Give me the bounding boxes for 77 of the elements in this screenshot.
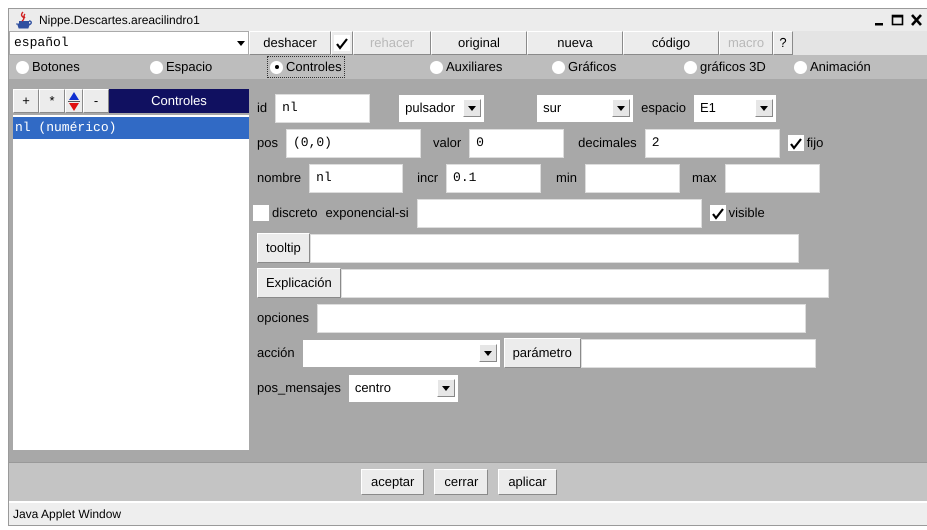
status-bar: Java Applet Window (9, 501, 927, 525)
field-label: valor (432, 134, 462, 152)
toolbar-button[interactable]: nueva (527, 31, 623, 55)
dialog-button[interactable]: aceptar (361, 469, 424, 495)
up-down-arrows-icon[interactable] (67, 90, 81, 112)
check-icon (335, 36, 349, 50)
field-label: decimales (578, 134, 637, 152)
dropdown[interactable]: centro (348, 374, 458, 402)
dropdown[interactable] (302, 340, 500, 366)
toolbar-button[interactable]: ? (773, 31, 793, 55)
input-field[interactable]: nl (275, 94, 370, 122)
input-field[interactable]: 2 (644, 128, 780, 158)
dropdown[interactable]: pulsador (399, 94, 484, 122)
caret-icon (440, 384, 451, 392)
check-icon (788, 136, 803, 150)
caret-icon (236, 39, 246, 47)
field-label: pos (257, 134, 278, 152)
checkbox[interactable] (710, 205, 726, 221)
input-field[interactable]: 0 (469, 128, 564, 158)
field-label: id (257, 99, 268, 118)
field-label: incr (417, 169, 438, 188)
input-field[interactable]: (0,0) (286, 128, 421, 158)
radio-tab[interactable]: Gráficos (549, 56, 620, 78)
radio-tab[interactable]: Animación (791, 56, 874, 78)
list-tool-button[interactable]: * (39, 89, 65, 113)
close-icon[interactable] (910, 13, 923, 27)
radio-tab[interactable]: Botones (13, 56, 83, 78)
caret-icon (758, 104, 769, 112)
radio-tab[interactable]: gráficos 3D (681, 56, 769, 78)
dropdown[interactable]: E1 (694, 94, 776, 122)
toolbar-button[interactable]: deshacer (249, 31, 331, 55)
language-dropdown[interactable]: español (9, 31, 249, 55)
field-label: nombre (257, 169, 302, 188)
checkbox-label: visible (728, 204, 765, 222)
toolbar-button[interactable]: original (431, 31, 527, 55)
field-label: acción (257, 344, 295, 362)
field-label: espacio (641, 99, 686, 118)
field-label: exponencial-si (326, 204, 409, 222)
radio-tab[interactable]: Controles (267, 56, 345, 78)
window-title: Nippe.Descartes.areacilindro1 (39, 12, 201, 29)
list-tool-button[interactable]: - (83, 89, 109, 113)
checkbox-label: fijo (806, 134, 824, 152)
dialog-button[interactable]: aplicar (498, 469, 557, 495)
checkbox[interactable] (334, 35, 350, 51)
checkbox-label: discreto (272, 204, 318, 222)
toolbar-button[interactable]: código (623, 31, 719, 55)
input-field[interactable] (310, 234, 799, 262)
maximize-icon[interactable] (891, 13, 904, 27)
form-button[interactable]: tooltip (257, 233, 310, 263)
caret-icon (467, 104, 478, 112)
form-button[interactable]: Explicación (257, 268, 341, 298)
dropdown[interactable]: sur (537, 94, 634, 122)
list-item[interactable]: nl (numérico) (13, 117, 249, 138)
input-field[interactable] (317, 304, 806, 332)
field-label: min (556, 169, 577, 188)
field-label: max (692, 169, 717, 188)
list-header: Controles (109, 89, 249, 113)
checkbox[interactable] (788, 135, 804, 151)
radio-tab[interactable]: Espacio (147, 56, 216, 78)
list-tool-button[interactable]: + (13, 89, 39, 113)
input-field[interactable] (724, 164, 820, 192)
caret-icon (482, 349, 493, 357)
input-field[interactable] (584, 164, 680, 192)
checkbox[interactable] (253, 205, 269, 221)
input-field[interactable] (580, 338, 816, 368)
input-field[interactable] (340, 268, 829, 298)
form-button[interactable]: parámetro (504, 338, 581, 368)
field-label: pos_mensajes (257, 379, 341, 398)
input-field[interactable] (416, 198, 702, 228)
caret-icon (616, 104, 626, 112)
dialog-button[interactable]: cerrar (434, 469, 488, 495)
check-icon (710, 206, 725, 220)
input-field[interactable]: 0.1 (446, 164, 542, 192)
java-cup-icon (13, 11, 33, 29)
input-field[interactable]: nl (309, 164, 404, 192)
field-label: opciones (257, 309, 310, 328)
radio-tab[interactable]: Auxiliares (427, 56, 506, 78)
